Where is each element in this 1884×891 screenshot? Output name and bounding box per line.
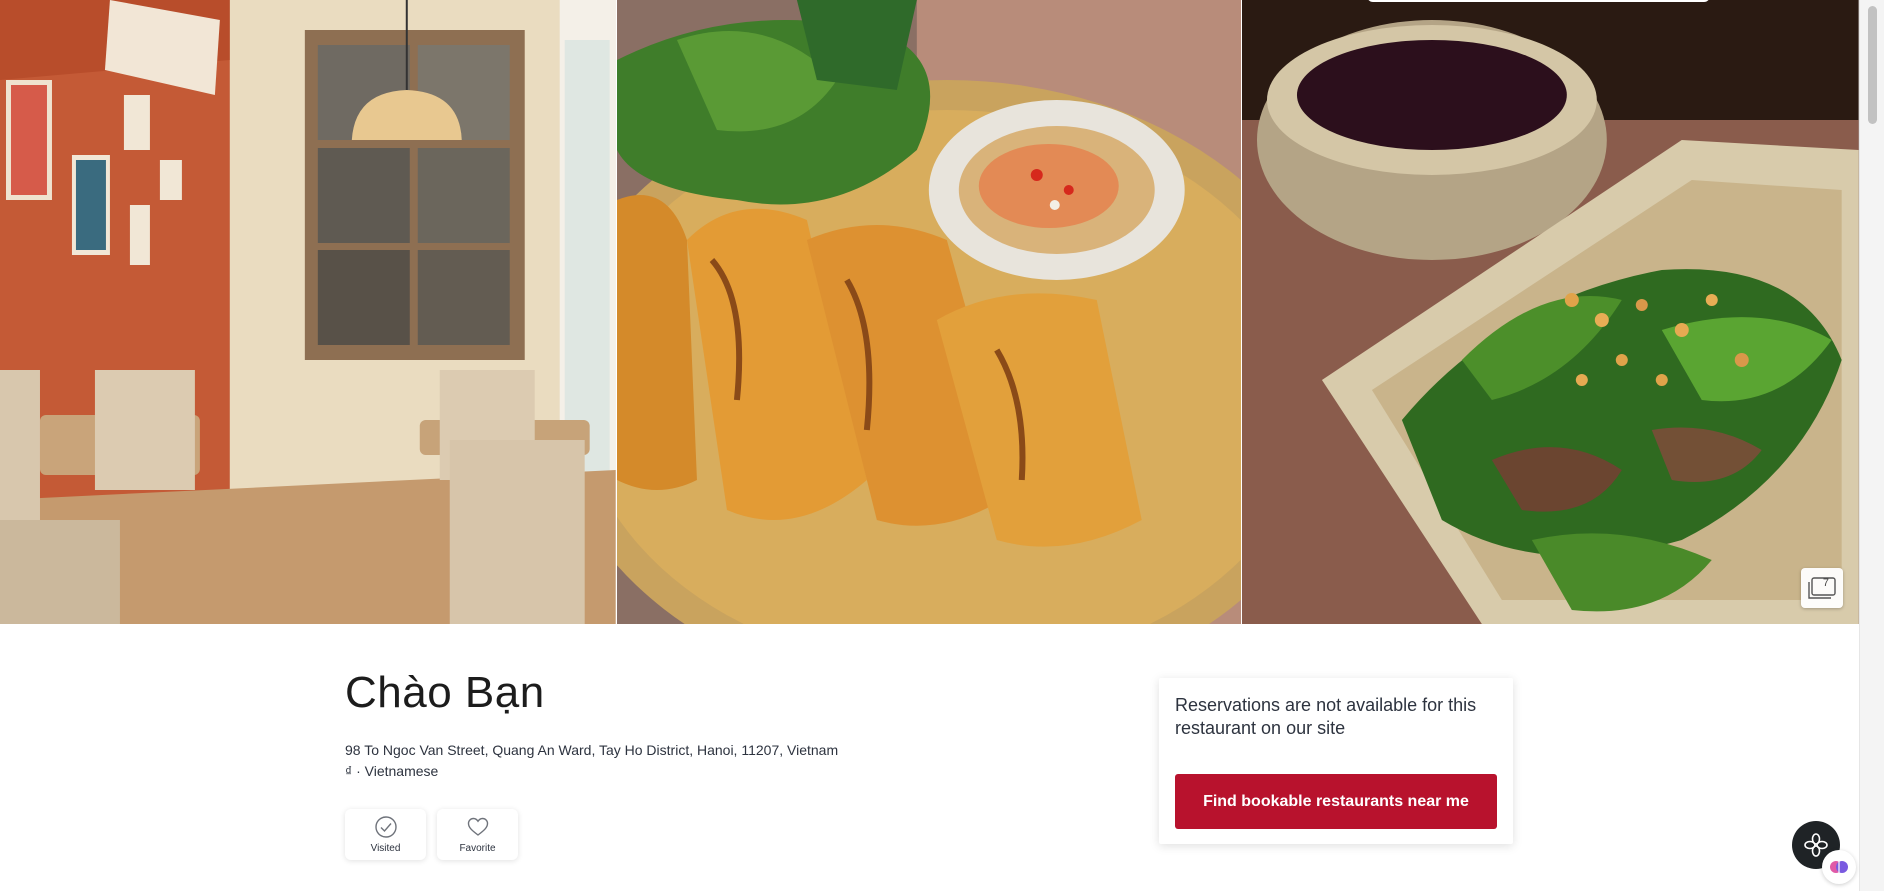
favorite-button[interactable]: Favorite (437, 809, 518, 860)
spring-rolls-photo[interactable] (616, 0, 1242, 624)
restaurant-info: Chào Bạn 98 To Ngoc Van Street, Quang An… (345, 668, 905, 860)
visited-button[interactable]: Visited (345, 809, 426, 860)
beef-salad-photo[interactable]: 7 (1242, 0, 1859, 624)
reservation-message: Reservations are not available for this … (1175, 695, 1477, 738)
photo-count-button[interactable]: 7 (1801, 568, 1843, 608)
visited-label: Visited (370, 843, 401, 854)
extension-badge[interactable] (1822, 850, 1856, 884)
reservation-card: Reservations are not available for this … (1159, 678, 1513, 844)
interior-photo[interactable] (0, 0, 616, 624)
find-bookable-restaurants-button[interactable]: Find bookable restaurants near me (1175, 774, 1497, 829)
restaurant-actions: Visited Favorite (345, 809, 905, 860)
photo-gallery[interactable]: 7 (0, 0, 1859, 624)
favorite-label: Favorite (459, 843, 496, 854)
page-scrollbar[interactable] (1859, 0, 1884, 891)
photo-count: 7 (1822, 577, 1829, 589)
check-circle-icon (374, 816, 397, 838)
top-search-pill[interactable] (1367, 0, 1710, 2)
restaurant-address: 98 To Ngoc Van Street, Quang An Ward, Ta… (345, 742, 839, 758)
price-cuisine: ₫ · Vietnamese (345, 763, 439, 779)
brain-icon (1830, 861, 1848, 873)
heart-icon (467, 817, 488, 836)
scrollbar-thumb[interactable] (1868, 6, 1877, 124)
restaurant-name: Chào Bạn (345, 668, 545, 717)
